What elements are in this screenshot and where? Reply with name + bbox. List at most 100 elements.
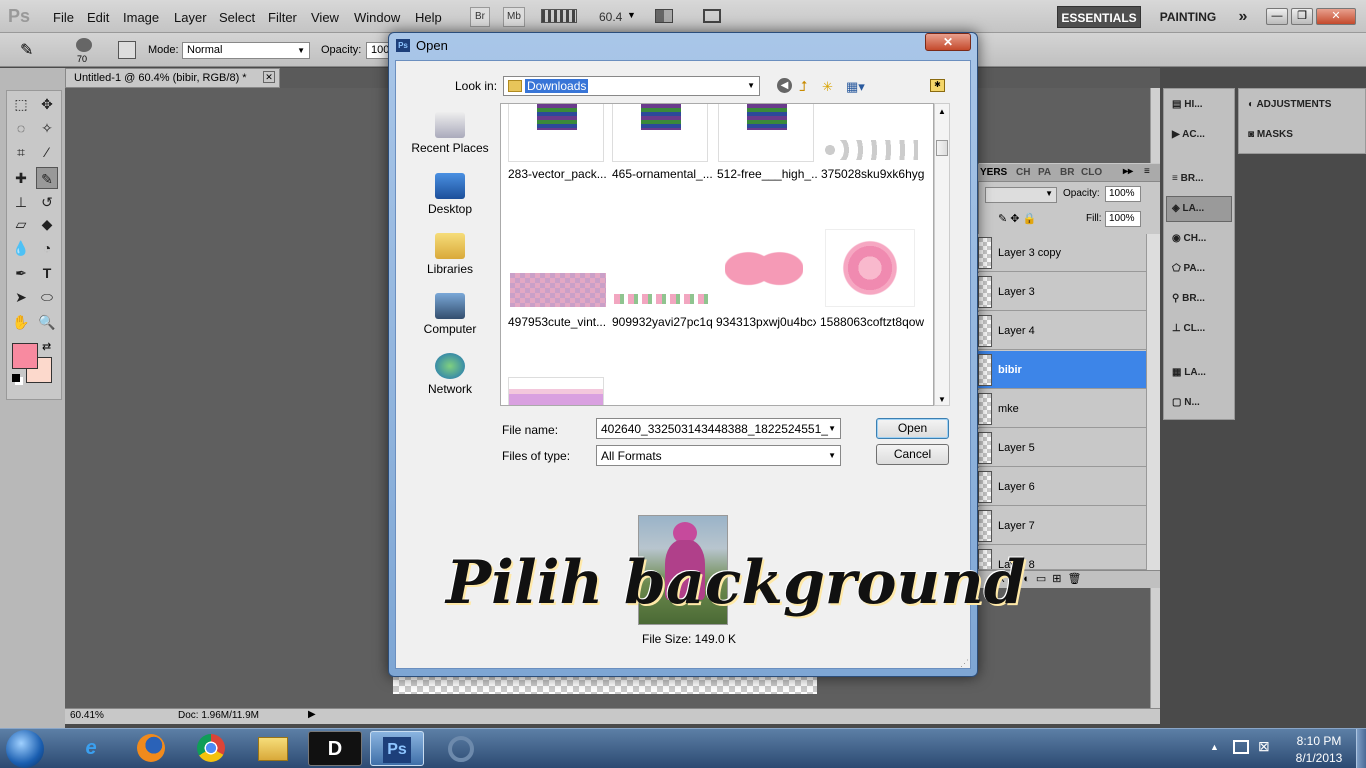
resize-grip-icon[interactable]: ⋰ — [960, 658, 969, 669]
place-network[interactable]: Network — [408, 353, 492, 396]
tab-layers[interactable]: YERS — [980, 167, 1007, 178]
screen-mode-icon[interactable] — [703, 9, 721, 23]
layer-row[interactable]: mke — [978, 390, 1146, 428]
blend-mode-select[interactable]: ▼ — [985, 187, 1057, 203]
layer-row[interactable]: Layer 6 — [978, 468, 1146, 506]
zoom-tool-icon[interactable]: 🔍 — [36, 311, 58, 333]
file-thumbnail[interactable] — [718, 104, 814, 162]
workspace-painting[interactable]: PAINTING — [1152, 6, 1224, 28]
path-selection-icon[interactable]: ➤ — [10, 286, 32, 308]
tab-channels[interactable]: CH — [1016, 167, 1030, 178]
lock-icons[interactable]: ✎ ✥ 🔒 — [998, 212, 1036, 225]
place-computer[interactable]: Computer — [408, 293, 492, 336]
file-name[interactable]: 934313pxwj0u4bcx — [716, 315, 816, 329]
file-thumbnail[interactable] — [508, 377, 604, 405]
file-name[interactable]: 465-ornamental_... — [612, 167, 712, 181]
menu-filter[interactable]: Filter — [268, 10, 297, 25]
dock-clone-source[interactable]: ⊥ CL... — [1172, 323, 1205, 334]
arrange-documents-icon[interactable] — [655, 9, 673, 23]
menu-file[interactable]: File — [53, 10, 74, 25]
layer-opacity-input[interactable]: 100% — [1105, 186, 1141, 202]
dock-paths[interactable]: ⬠ PA... — [1172, 263, 1205, 274]
taskbar-chrome-icon[interactable] — [184, 731, 238, 766]
eraser-icon[interactable]: ▱ — [10, 213, 32, 235]
swap-colors-icon[interactable]: ⇄ — [42, 340, 51, 353]
menu-select[interactable]: Select — [219, 10, 255, 25]
tab-clone[interactable]: CLO — [1081, 167, 1102, 178]
file-name[interactable]: 375028sku9xk6hyg — [821, 167, 926, 181]
paint-bucket-icon[interactable]: ◆ — [36, 213, 58, 235]
layers-scrollbar[interactable] — [1146, 234, 1160, 570]
eyedropper-icon[interactable]: ⁄ — [36, 141, 58, 163]
open-button[interactable]: Open — [876, 418, 949, 439]
zoom-dropdown-icon[interactable]: ▼ — [627, 10, 636, 20]
trash-icon[interactable]: 🗑 — [1068, 573, 1088, 585]
view-menu-icon[interactable]: ▦▾ — [846, 79, 865, 95]
dock-notes[interactable]: ▢ N... — [1172, 397, 1200, 408]
dock-layers[interactable]: ◈ LA... — [1166, 196, 1232, 222]
menu-edit[interactable]: Edit — [87, 10, 109, 25]
view-extras-icon[interactable] — [541, 9, 577, 23]
show-desktop-button[interactable] — [1356, 729, 1366, 768]
status-menu-arrow-icon[interactable]: ▶ — [308, 709, 316, 720]
opacity-input[interactable]: 100 — [366, 42, 390, 59]
dock-channels[interactable]: ◉ CH... — [1172, 233, 1206, 244]
layer-row-selected[interactable]: bibir — [978, 351, 1146, 389]
healing-brush-icon[interactable]: ✚ — [10, 167, 32, 189]
menu-window[interactable]: Window — [354, 10, 400, 25]
crop-tool-icon[interactable]: ⌗ — [10, 141, 32, 163]
layer-row[interactable]: Layer 4 — [978, 312, 1146, 350]
layer-row[interactable]: Layer 3 copy — [978, 234, 1146, 272]
brush-preset-icon[interactable] — [76, 38, 92, 52]
scroll-thumb[interactable] — [936, 140, 948, 156]
new-layer-icon[interactable]: ⊞ — [1052, 573, 1067, 585]
zoom-readout[interactable]: 60.41% — [70, 710, 104, 721]
clone-stamp-icon[interactable]: ⊥ — [10, 191, 32, 213]
file-type-select[interactable]: All Formats ▼ — [596, 445, 841, 466]
tab-close-icon[interactable]: ✕ — [263, 71, 275, 83]
file-thumbnail[interactable] — [822, 140, 918, 160]
tab-paths[interactable]: PA — [1038, 167, 1051, 178]
lasso-tool-icon[interactable]: ◌ — [10, 117, 32, 139]
tab-brush[interactable]: BR — [1060, 167, 1074, 178]
dock-brush-presets[interactable]: ⚲ BR... — [1172, 293, 1205, 304]
start-button[interactable] — [6, 730, 44, 768]
menu-image[interactable]: Image — [123, 10, 159, 25]
file-thumbnail[interactable] — [510, 273, 606, 307]
foreground-color-swatch[interactable] — [12, 343, 38, 369]
layer-row[interactable]: Layer 7 — [978, 507, 1146, 545]
place-recent-places[interactable]: Recent Places — [408, 112, 492, 155]
blur-tool-icon[interactable]: 💧 — [10, 237, 32, 259]
default-colors-icon[interactable] — [12, 374, 20, 382]
new-group-icon[interactable]: ▭ — [1036, 573, 1052, 585]
place-libraries[interactable]: Libraries — [408, 233, 492, 276]
new-folder-icon[interactable]: ✳ — [822, 79, 833, 95]
show-hidden-icons[interactable]: ▲ — [1210, 742, 1219, 752]
up-folder-icon[interactable]: ⮥ — [799, 78, 807, 95]
cancel-button[interactable]: Cancel — [876, 444, 949, 465]
file-name[interactable]: 1588063coftzt8qow — [820, 315, 930, 329]
dodge-tool-icon[interactable]: ◔ — [36, 237, 58, 259]
dialog-close-button[interactable]: ✕ — [925, 33, 971, 51]
zoom-level[interactable]: 60.4 — [599, 10, 622, 24]
scroll-up-icon[interactable]: ▲ — [938, 107, 946, 116]
clock-time[interactable]: 8:10 PM — [1291, 734, 1347, 748]
panel-menu-icon[interactable]: ≡ — [1144, 166, 1150, 177]
magic-wand-icon[interactable]: ✧ — [36, 117, 58, 139]
pen-tool-icon[interactable]: ✒ — [10, 262, 32, 284]
workspace-essentials[interactable]: ESSENTIALS — [1057, 6, 1141, 28]
workspace-more[interactable]: » — [1232, 6, 1254, 28]
favorite-folder-icon[interactable]: ✱ — [930, 79, 945, 92]
file-thumbnail[interactable] — [612, 104, 708, 162]
mini-bridge-button[interactable]: Mb — [503, 7, 525, 27]
layer-fill-input[interactable]: 100% — [1105, 211, 1141, 227]
taskbar-firefox-icon[interactable] — [124, 731, 178, 766]
file-name[interactable]: 283-vector_pack... — [508, 167, 608, 181]
taskbar-ie-icon[interactable]: e — [64, 731, 118, 766]
look-in-select[interactable]: Downloads ▼ — [503, 76, 760, 96]
brush-tool-icon[interactable]: ✎ — [36, 167, 58, 189]
scroll-down-icon[interactable]: ▼ — [938, 395, 946, 404]
file-thumbnail[interactable] — [825, 229, 915, 307]
file-thumbnail[interactable] — [508, 104, 604, 162]
document-tab[interactable]: Untitled-1 @ 60.4% (bibir, RGB/8) * — [65, 68, 280, 88]
